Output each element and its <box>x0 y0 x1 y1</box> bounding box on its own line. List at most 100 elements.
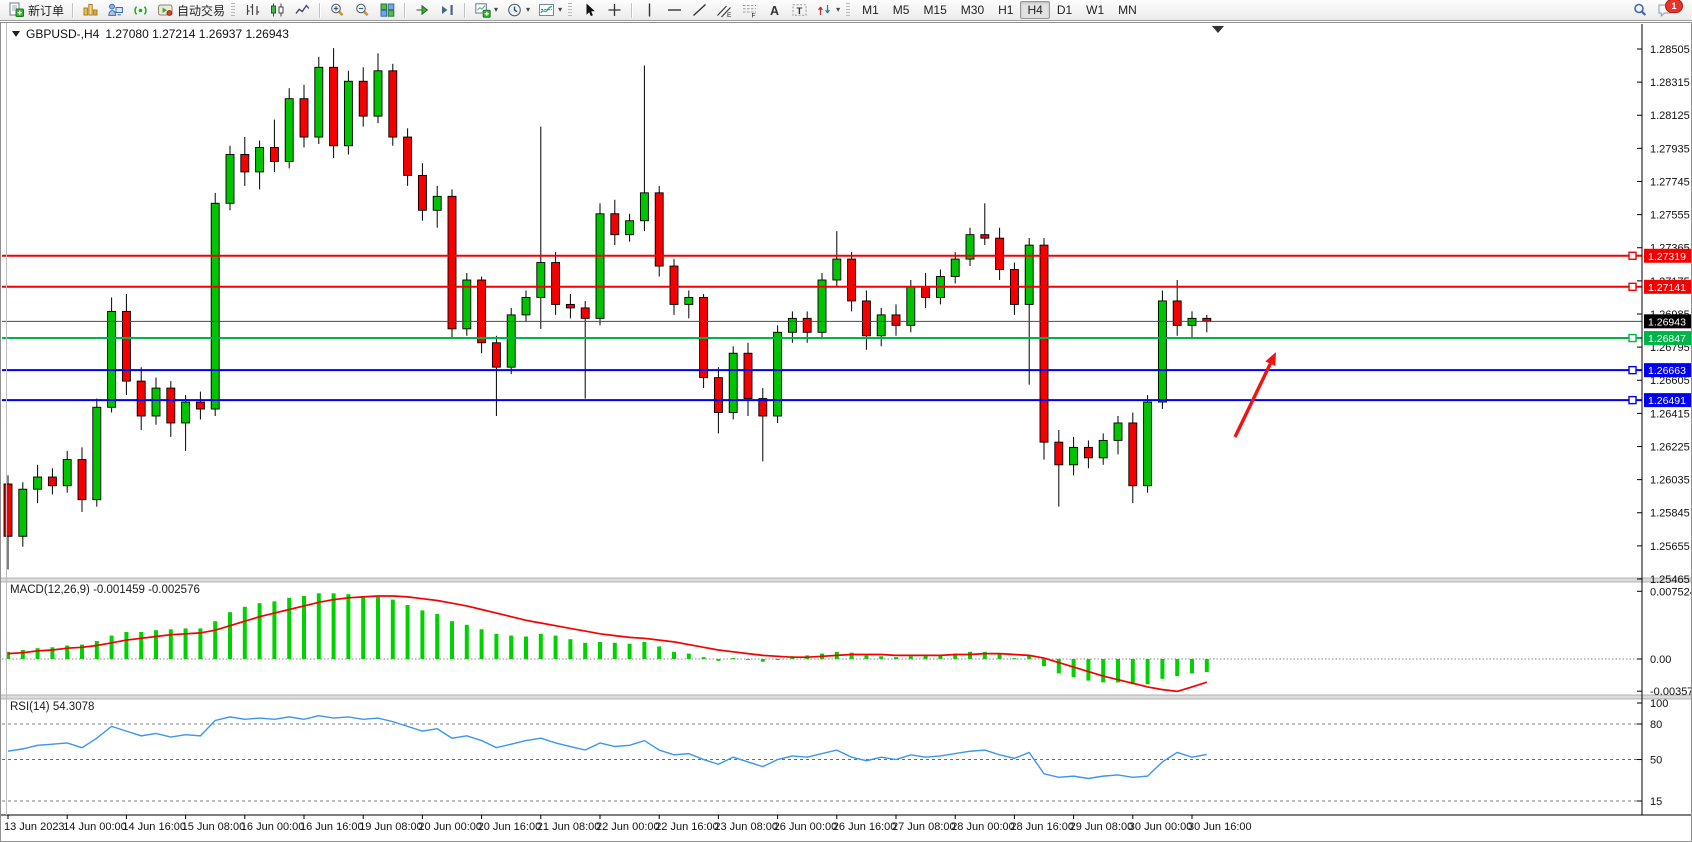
period-icon <box>506 2 523 18</box>
candle <box>241 154 249 171</box>
zoom-in-icon <box>329 2 346 18</box>
text-button[interactable] <box>762 0 787 20</box>
vertical-line-button[interactable] <box>637 0 662 20</box>
toolbar-grip[interactable] <box>846 3 850 17</box>
macd-pane[interactable] <box>2 582 1642 695</box>
candle <box>788 318 796 332</box>
candle <box>537 263 545 298</box>
cursor-icon <box>581 2 598 18</box>
textlabel-icon <box>791 2 808 18</box>
candle <box>137 381 145 416</box>
new-order-button[interactable]: 新订单 <box>4 0 68 21</box>
macd-histogram-bar <box>450 621 454 659</box>
timeframe-m1[interactable]: M1 <box>855 1 886 19</box>
candle <box>818 280 826 332</box>
periods-button[interactable] <box>502 0 534 20</box>
market-watch-button[interactable] <box>78 0 103 20</box>
macd-histogram-bar <box>776 659 780 660</box>
trendline-button[interactable] <box>687 0 712 20</box>
splitter-rsi[interactable] <box>0 695 1692 699</box>
level-handle[interactable] <box>1629 367 1636 374</box>
zoom-in-button[interactable] <box>325 0 350 20</box>
macd-histogram-bar <box>894 657 898 659</box>
collapse-arrow-icon[interactable] <box>12 31 20 37</box>
timeframe-m30[interactable]: M30 <box>954 1 991 19</box>
auto-scroll-button[interactable] <box>410 0 435 20</box>
fibonacci-button[interactable] <box>737 0 762 20</box>
new-chart-button[interactable] <box>470 0 502 20</box>
strategy-tester-button[interactable] <box>103 0 128 20</box>
level-handle[interactable] <box>1629 335 1636 342</box>
dropdown-caret-icon[interactable] <box>558 6 562 14</box>
chart-shift-button[interactable] <box>435 0 460 20</box>
timeframe-w1[interactable]: W1 <box>1079 1 1111 19</box>
timeframe-d1[interactable]: D1 <box>1050 1 1079 19</box>
price-axis-label: 1.25465 <box>1650 574 1690 586</box>
time-axis-label: 29 Jun 08:00 <box>1070 821 1134 833</box>
arrows-button[interactable] <box>812 0 844 20</box>
macd-histogram-bar <box>628 644 632 659</box>
chat-button[interactable]: 1 <box>1653 0 1678 20</box>
bar-chart-button[interactable] <box>240 0 265 20</box>
time-axis-label: 27 Jun 08:00 <box>892 821 956 833</box>
candle <box>862 301 870 336</box>
timeframe-h4-label: H4 <box>1027 3 1042 17</box>
horizontal-line-button[interactable] <box>662 0 687 20</box>
macd-histogram-bar <box>361 596 365 659</box>
rsi-pane[interactable] <box>2 699 1642 813</box>
signals-button[interactable] <box>128 0 153 20</box>
chart-canvas[interactable]: 1.285051.283151.281251.279351.277451.275… <box>0 22 1692 842</box>
toolbar-separator <box>464 3 466 18</box>
dropdown-caret-icon[interactable] <box>494 6 498 14</box>
macd-histogram-bar <box>731 658 735 659</box>
text-label-button[interactable] <box>787 0 812 20</box>
macd-axis-label: 0.007524 <box>1650 586 1692 598</box>
candle <box>270 148 278 162</box>
level-handle[interactable] <box>1629 283 1636 290</box>
line-chart-button[interactable] <box>290 0 315 20</box>
timeframe-h1[interactable]: H1 <box>991 1 1020 19</box>
equidistant-channel-button[interactable] <box>712 0 737 20</box>
time-axis-label: 30 Jun 00:00 <box>1129 821 1193 833</box>
timeframe-mn[interactable]: MN <box>1111 1 1144 19</box>
toolbar-grip[interactable] <box>568 3 572 17</box>
crosshair-button[interactable] <box>602 0 627 20</box>
candle <box>19 489 27 536</box>
candlestick-chart-button[interactable] <box>265 0 290 20</box>
splitter-macd[interactable] <box>0 578 1692 582</box>
timeframe-m15[interactable]: M15 <box>916 1 953 19</box>
search-button[interactable] <box>1628 0 1653 20</box>
macd-histogram-bar <box>258 603 262 659</box>
candle <box>670 266 678 304</box>
templates-button[interactable] <box>534 0 566 20</box>
cursor-button[interactable] <box>577 0 602 20</box>
crosshair-icon <box>606 2 623 18</box>
gold-chart-icon <box>82 2 99 18</box>
autotrading-button[interactable]: 自动交易 <box>153 0 229 21</box>
candle <box>996 238 1004 269</box>
macd-histogram-bar <box>864 655 868 659</box>
candle <box>389 71 397 137</box>
candle <box>1129 423 1137 486</box>
tile-windows-button[interactable] <box>375 0 400 20</box>
new-order-button-label: 新订单 <box>28 2 64 19</box>
macd-histogram-bar <box>435 614 439 659</box>
indicators-icon <box>538 2 555 18</box>
price-axis-label: 1.28125 <box>1650 110 1690 122</box>
zoom-out-button[interactable] <box>350 0 375 20</box>
macd-histogram-bar <box>465 625 469 659</box>
level-handle[interactable] <box>1629 397 1636 404</box>
macd-histogram-bar <box>1146 659 1150 684</box>
candle <box>63 460 71 486</box>
timeframe-m5[interactable]: M5 <box>886 1 917 19</box>
candle <box>848 259 856 301</box>
dropdown-caret-icon[interactable] <box>526 6 530 14</box>
macd-histogram-bar <box>243 607 247 659</box>
candle <box>196 402 204 409</box>
candle <box>359 81 367 116</box>
timeframe-h4[interactable]: H4 <box>1020 1 1049 19</box>
level-handle[interactable] <box>1629 252 1636 259</box>
toolbar-grip[interactable] <box>231 3 235 17</box>
dropdown-caret-icon[interactable] <box>836 6 840 14</box>
price-tag-label: 1.26847 <box>1648 333 1686 345</box>
